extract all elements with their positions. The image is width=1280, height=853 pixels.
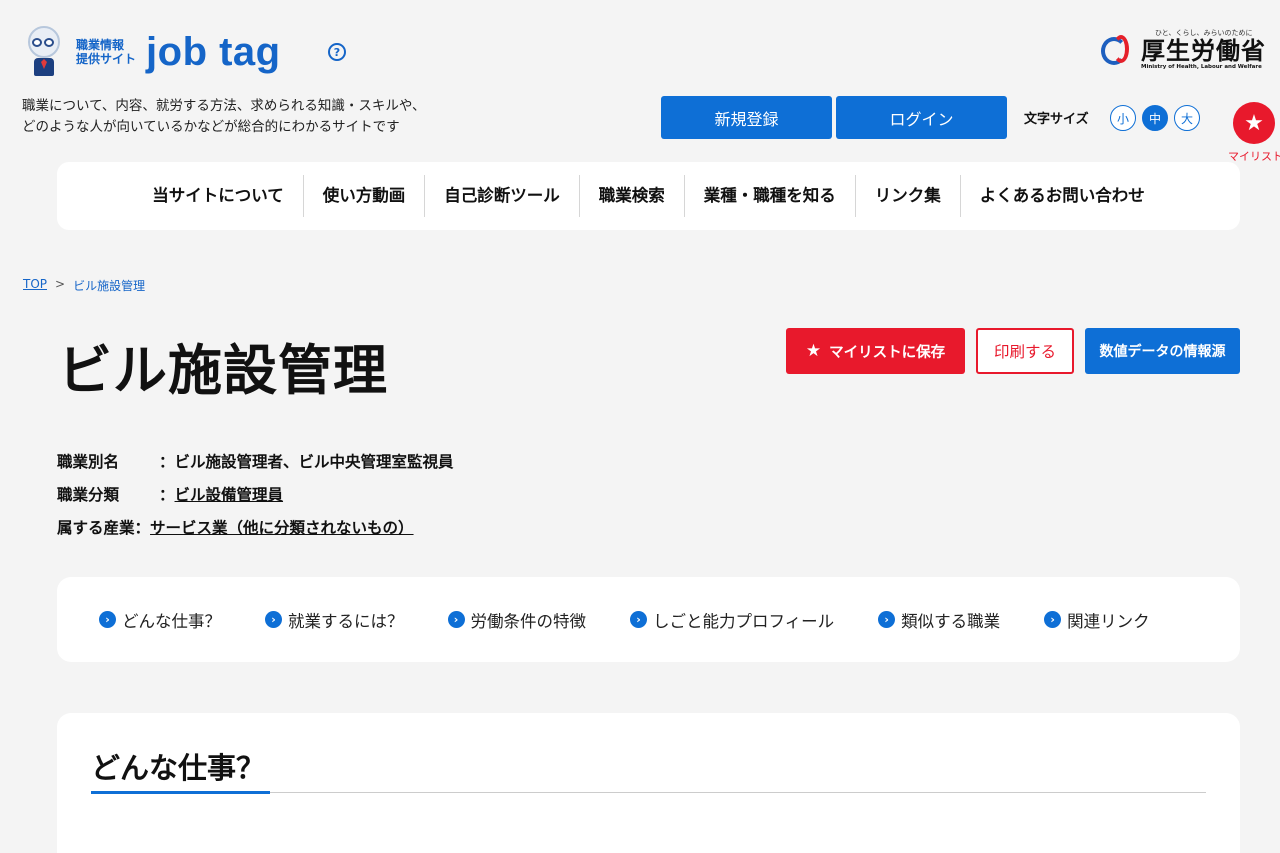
industry-key: 属する産業 — [57, 519, 135, 537]
section-link-label: 労働条件の特徴 — [470, 611, 587, 631]
save-to-mylist-button[interactable]: ★ マイリストに保存 — [786, 328, 965, 374]
section-link-label: 就業するには？ — [288, 611, 404, 631]
nav-item-industries[interactable]: 業種・職種を知る — [685, 175, 856, 217]
logo-subtitle-line2: 提供サイト — [76, 52, 137, 66]
logo-wordmark: job tag — [146, 29, 281, 74]
page-title: ビル施設管理 — [58, 339, 388, 402]
login-button[interactable]: ログイン — [836, 96, 1007, 139]
chevron-right-circle-icon: › — [1044, 611, 1062, 628]
category-link[interactable]: ビル設備管理員 — [175, 479, 284, 512]
section-link-related-links[interactable]: › 関連リンク — [1044, 608, 1150, 632]
star-icon: ★ — [1244, 110, 1264, 136]
industry-colon: ： — [134, 519, 151, 537]
chevron-right-circle-icon: › — [878, 611, 896, 628]
section-link-label: しごと能力プロフィール — [653, 611, 835, 631]
global-nav: 当サイトについて 使い方動画 自己診断ツール 職業検索 業種・職種を知る リンク… — [57, 162, 1240, 230]
chevron-right-circle-icon: › — [447, 611, 465, 628]
data-source-button[interactable]: 数値データの情報源 — [1085, 328, 1240, 374]
ministry-name: 厚生労働省 — [1141, 37, 1266, 65]
job-content-card: どんな仕事？ — [57, 713, 1240, 853]
save-to-mylist-label: マイリストに保存 — [829, 344, 946, 361]
job-meta: 職業別名 ：ビル施設管理者、ビル中央管理室監視員 職業分類 ： ビル設備管理員 … — [57, 446, 454, 545]
chevron-right-circle-icon: › — [265, 611, 282, 628]
alias-key: 職業別名 — [57, 453, 120, 471]
nav-item-videos[interactable]: 使い方動画 — [304, 175, 426, 217]
breadcrumb-top-link[interactable]: TOP — [23, 277, 47, 294]
ministry-logo[interactable]: ひと、くらし、みらいのために 厚生労働省 Ministry of Health,… — [1099, 28, 1266, 70]
nav-item-about[interactable]: 当サイトについて — [133, 175, 304, 217]
section-link-job-content[interactable]: › どんな仕事？ — [99, 608, 221, 632]
category-colon: ： — [159, 486, 175, 504]
section-link-label: どんな仕事？ — [122, 611, 221, 631]
ministry-mark-icon — [1099, 31, 1135, 67]
ministry-english-name: Ministry of Health, Labour and Welfare — [1141, 64, 1262, 70]
nav-item-self-diagnosis[interactable]: 自己診断ツール — [425, 175, 580, 217]
section-nav: › どんな仕事？ › 就業するには？ › 労働条件の特徴 › しごと能力プロフィ… — [57, 577, 1240, 662]
mylist-button[interactable]: ★ — [1233, 102, 1275, 144]
section-link-working-conditions[interactable]: › 労働条件の特徴 — [447, 608, 587, 632]
star-icon: ★ — [805, 341, 822, 361]
section-link-similar-jobs[interactable]: › 類似する職業 — [878, 608, 1000, 632]
section-title: どんな仕事？ — [91, 751, 266, 785]
section-link-employment[interactable]: › 就業するには？ — [265, 608, 404, 632]
breadcrumb-current: ビル施設管理 — [73, 279, 146, 293]
section-divider-accent — [91, 791, 270, 794]
chevron-right-circle-icon: › — [99, 611, 116, 628]
section-link-label: 関連リンク — [1067, 611, 1150, 631]
chevron-right-circle-icon: › — [630, 611, 647, 628]
font-size-large-button[interactable]: 大 — [1174, 105, 1200, 131]
site-tagline: 職業について、内容、就労する方法、求められる知識・スキルや、 どのような人が向い… — [22, 96, 426, 138]
category-key: 職業分類 — [57, 486, 120, 504]
industry-link[interactable]: サービス業（他に分類されないもの） — [150, 512, 414, 545]
breadcrumb-separator: > — [55, 277, 66, 291]
mylist-label[interactable]: マイリスト — [1228, 148, 1280, 164]
tagline-line2: どのような人が向いているかなどが総合的にわかるサイトです — [22, 119, 400, 135]
nav-item-faq[interactable]: よくあるお問い合わせ — [961, 175, 1164, 217]
nav-item-links[interactable]: リンク集 — [856, 175, 961, 217]
breadcrumb: TOP > ビル施設管理 — [23, 277, 145, 294]
logo-subtitle: 職業情報 提供サイト — [76, 38, 136, 66]
font-size-small-button[interactable]: 小 — [1110, 105, 1136, 131]
section-link-ability-profile[interactable]: › しごと能力プロフィール — [630, 608, 834, 632]
tagline-line1: 職業について、内容、就労する方法、求められる知識・スキルや、 — [22, 98, 426, 114]
nav-item-job-search[interactable]: 職業検索 — [580, 175, 685, 217]
print-button[interactable]: 印刷する — [976, 328, 1074, 374]
section-link-label: 類似する職業 — [901, 611, 1001, 631]
alias-value: ：ビル施設管理者、ビル中央管理室監視員 — [159, 453, 454, 471]
mascot-icon — [24, 26, 64, 78]
register-button[interactable]: 新規登録 — [661, 96, 832, 139]
site-logo[interactable]: 職業情報 提供サイト job tag — [24, 26, 281, 78]
help-icon[interactable]: ? — [328, 43, 346, 61]
font-size-label: 文字サイズ — [1024, 112, 1089, 127]
font-size-medium-button[interactable]: 中 — [1142, 105, 1168, 131]
logo-subtitle-line1: 職業情報 — [76, 38, 125, 52]
